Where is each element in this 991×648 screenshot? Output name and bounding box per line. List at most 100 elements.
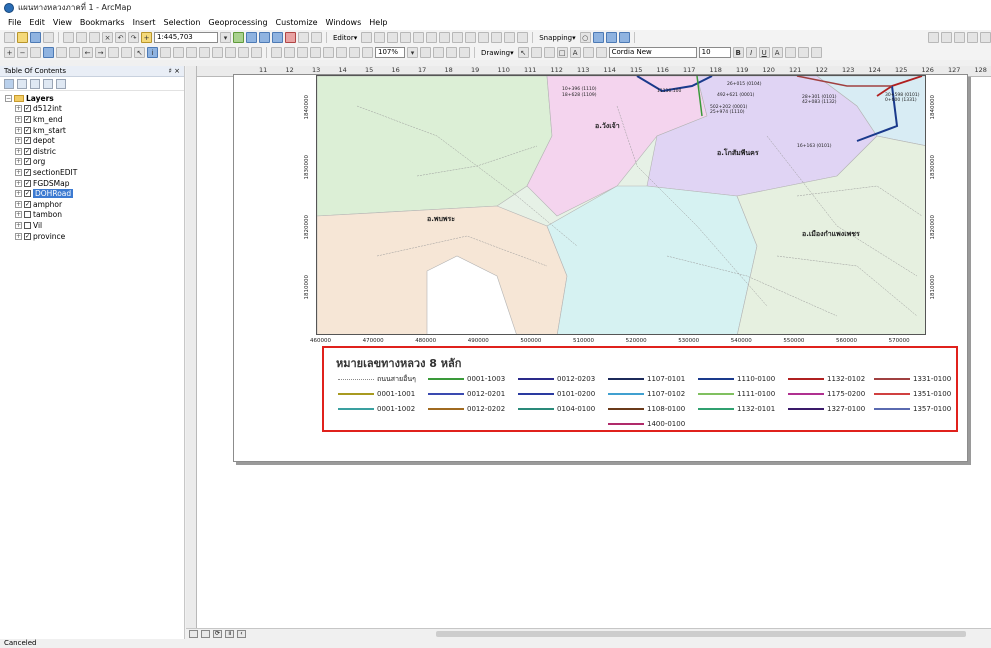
arctoolbox-icon[interactable] bbox=[285, 32, 296, 43]
select-features-icon[interactable] bbox=[108, 47, 119, 58]
list-by-selection-icon[interactable] bbox=[43, 78, 53, 89]
zoom-out-icon[interactable]: − bbox=[17, 47, 28, 58]
layer-row-km-start[interactable]: + ✓ km_start bbox=[5, 125, 184, 136]
layer-visibility-checkbox[interactable]: ✓ bbox=[24, 137, 31, 145]
layer-visibility-checkbox[interactable]: ✓ bbox=[24, 168, 31, 176]
edit-vertices-icon[interactable] bbox=[426, 32, 438, 43]
table-of-contents-icon[interactable] bbox=[246, 32, 257, 43]
layout-view[interactable]: อ.วังเจ้า อ.โกสัมพีนคร อ.พบพระ อ.เมืองกำ… bbox=[197, 74, 991, 628]
layout-zoom-in-icon[interactable] bbox=[271, 47, 282, 58]
drawing-select-elements-icon[interactable]: ↖ bbox=[517, 47, 529, 58]
rectangle-icon[interactable]: □ bbox=[556, 47, 568, 58]
html-popup-icon[interactable] bbox=[173, 47, 184, 58]
vertex-snapping-icon[interactable] bbox=[605, 32, 617, 43]
toggle-draft-mode-icon[interactable] bbox=[420, 47, 431, 58]
layer-visibility-checkbox[interactable] bbox=[24, 211, 31, 219]
editor-menu[interactable]: Editor▾ bbox=[331, 34, 359, 42]
font-name-select[interactable]: Cordia New bbox=[608, 47, 697, 58]
draw-polyline-icon[interactable] bbox=[954, 32, 965, 43]
new-text-icon[interactable]: A bbox=[569, 47, 581, 58]
layer-row-km-end[interactable]: + ✓ km_end bbox=[5, 114, 184, 125]
python-window-icon[interactable] bbox=[298, 32, 309, 43]
delete-icon[interactable]: × bbox=[102, 32, 113, 43]
bold-button[interactable]: B bbox=[732, 47, 744, 58]
rotate-element-icon[interactable] bbox=[530, 47, 542, 58]
new-document-icon[interactable] bbox=[4, 32, 15, 43]
redo-icon[interactable]: ↷ bbox=[128, 32, 139, 43]
zoom-in-icon[interactable]: + bbox=[4, 47, 15, 58]
save-icon[interactable] bbox=[30, 32, 41, 43]
menu-bookmarks[interactable]: Bookmarks bbox=[76, 15, 129, 30]
toc-pin-close-controls[interactable]: ♯ × bbox=[169, 67, 180, 75]
find-icon[interactable] bbox=[199, 47, 210, 58]
pause-drawing-button[interactable]: ॥ bbox=[225, 630, 234, 638]
layer-row-org[interactable]: + ✓ org bbox=[5, 157, 184, 168]
expand-icon[interactable]: + bbox=[15, 179, 22, 187]
menu-windows[interactable]: Windows bbox=[322, 15, 366, 30]
font-icon[interactable] bbox=[595, 47, 607, 58]
refresh-view-button[interactable]: ⟳ bbox=[213, 630, 222, 638]
change-layout-icon[interactable] bbox=[446, 47, 457, 58]
menu-view[interactable]: View bbox=[49, 15, 76, 30]
list-by-visibility-icon[interactable] bbox=[30, 78, 40, 89]
layer-row-fgdsmap[interactable]: + ✓ FGDSMap bbox=[5, 178, 184, 189]
select-elements-icon[interactable]: ↖ bbox=[134, 47, 145, 58]
map-scale-input[interactable]: 1:445,703 bbox=[154, 32, 218, 43]
open-folder-icon[interactable] bbox=[17, 32, 28, 43]
straight-segment-icon[interactable] bbox=[387, 32, 399, 43]
layout-page[interactable]: อ.วังเจ้า อ.โกสัมพีนคร อ.พบพระ อ.เมืองกำ… bbox=[233, 74, 968, 462]
expand-icon[interactable]: + bbox=[15, 147, 22, 155]
expand-icon[interactable]: + bbox=[15, 200, 22, 208]
menu-edit[interactable]: Edit bbox=[25, 15, 49, 30]
layer-group-row[interactable]: − Layers bbox=[5, 93, 184, 104]
line-color-icon[interactable] bbox=[797, 47, 809, 58]
sketch-properties-icon[interactable] bbox=[504, 32, 516, 43]
layer-visibility-checkbox[interactable]: ✓ bbox=[24, 232, 31, 240]
trace-icon[interactable] bbox=[413, 32, 425, 43]
layout-view-button[interactable] bbox=[201, 630, 210, 638]
menu-file[interactable]: File bbox=[4, 15, 25, 30]
identify-icon[interactable]: i bbox=[147, 47, 158, 58]
zoom-100-percent-icon[interactable] bbox=[323, 47, 334, 58]
map-legend[interactable]: หมายเลขทางหลวง 8 หลัก ถนนสายอื่นๆ 0001-10… bbox=[322, 346, 958, 432]
reshape-icon[interactable] bbox=[439, 32, 451, 43]
copy-icon[interactable] bbox=[76, 32, 87, 43]
undo-icon[interactable]: ↶ bbox=[115, 32, 126, 43]
cut-polygons-icon[interactable] bbox=[452, 32, 464, 43]
layout-pan-icon[interactable] bbox=[297, 47, 308, 58]
cut-icon[interactable] bbox=[63, 32, 74, 43]
modelbuilder-icon[interactable] bbox=[311, 32, 322, 43]
layer-row-vil[interactable]: + Vil bbox=[5, 220, 184, 231]
draw-freehand-icon[interactable] bbox=[967, 32, 978, 43]
fixed-zoom-out-icon[interactable] bbox=[69, 47, 80, 58]
font-size-select[interactable]: 10 bbox=[698, 47, 731, 58]
layer-visibility-checkbox[interactable]: ✓ bbox=[24, 200, 31, 208]
layer-row-tambon[interactable]: + tambon bbox=[5, 210, 184, 221]
drawing-menu[interactable]: Drawing▾ bbox=[479, 49, 516, 57]
fill-color-icon[interactable] bbox=[784, 47, 796, 58]
expand-icon[interactable]: + bbox=[15, 105, 22, 113]
edit-tool-icon[interactable] bbox=[361, 32, 373, 43]
layer-row-dohroad[interactable]: + ✓ DOHRoad bbox=[5, 188, 184, 199]
expand-icon[interactable]: + bbox=[15, 115, 22, 123]
layout-back-extent-icon[interactable] bbox=[362, 47, 373, 58]
layer-row-amphor[interactable]: + ✓ amphor bbox=[5, 199, 184, 210]
layout-fixed-zoom-in-icon[interactable] bbox=[336, 47, 347, 58]
map-data-frame[interactable]: อ.วังเจ้า อ.โกสัมพีนคร อ.พบพระ อ.เมืองกำ… bbox=[316, 75, 926, 335]
catalog-icon[interactable] bbox=[259, 32, 270, 43]
pan-icon[interactable] bbox=[30, 47, 41, 58]
underline-button[interactable]: U bbox=[758, 47, 770, 58]
clear-selection-icon[interactable] bbox=[121, 47, 132, 58]
menu-help[interactable]: Help bbox=[365, 15, 391, 30]
layer-row-d512int[interactable]: + ✓ d512int bbox=[5, 104, 184, 115]
expand-icon[interactable]: + bbox=[15, 126, 22, 134]
zoom-whole-page-icon[interactable] bbox=[310, 47, 321, 58]
data-view-button[interactable] bbox=[189, 630, 198, 638]
layer-visibility-checkbox[interactable]: ✓ bbox=[24, 105, 31, 113]
layer-row-distric[interactable]: + ✓ distric bbox=[5, 146, 184, 157]
go-forward-extent-icon[interactable]: → bbox=[95, 47, 106, 58]
end-point-arc-icon[interactable] bbox=[400, 32, 412, 43]
menu-customize[interactable]: Customize bbox=[272, 15, 322, 30]
layer-visibility-checkbox[interactable]: ✓ bbox=[24, 179, 31, 187]
scrollbar-thumb[interactable] bbox=[436, 631, 966, 637]
